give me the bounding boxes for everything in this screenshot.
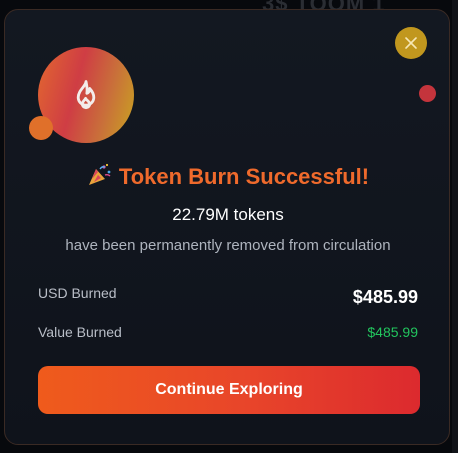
- flame-icon: [76, 80, 96, 110]
- burn-subtitle: have been permanently removed from circu…: [65, 237, 391, 254]
- continue-exploring-button[interactable]: Continue Exploring: [38, 366, 420, 414]
- burn-success-modal: Token Burn Successful! 22.79M tokens hav…: [4, 9, 450, 445]
- close-button[interactable]: [395, 27, 427, 59]
- modal-title: Token Burn Successful!: [5, 163, 449, 193]
- party-popper-icon: [87, 163, 113, 193]
- backdrop-scroll-edge: [452, 0, 458, 453]
- decorative-orb-red: [419, 85, 436, 102]
- usd-burned-value: $485.99: [352, 287, 418, 307]
- usd-burned-label: USD Burned: [38, 285, 117, 301]
- close-icon: [405, 37, 417, 49]
- value-burned-value: $485.99: [367, 324, 418, 340]
- burned-token-amount: 22.79M tokens: [172, 205, 284, 224]
- modal-title-text: Token Burn Successful!: [118, 164, 370, 189]
- value-burned-label: Value Burned: [38, 324, 122, 340]
- decorative-orb-orange: [29, 116, 53, 140]
